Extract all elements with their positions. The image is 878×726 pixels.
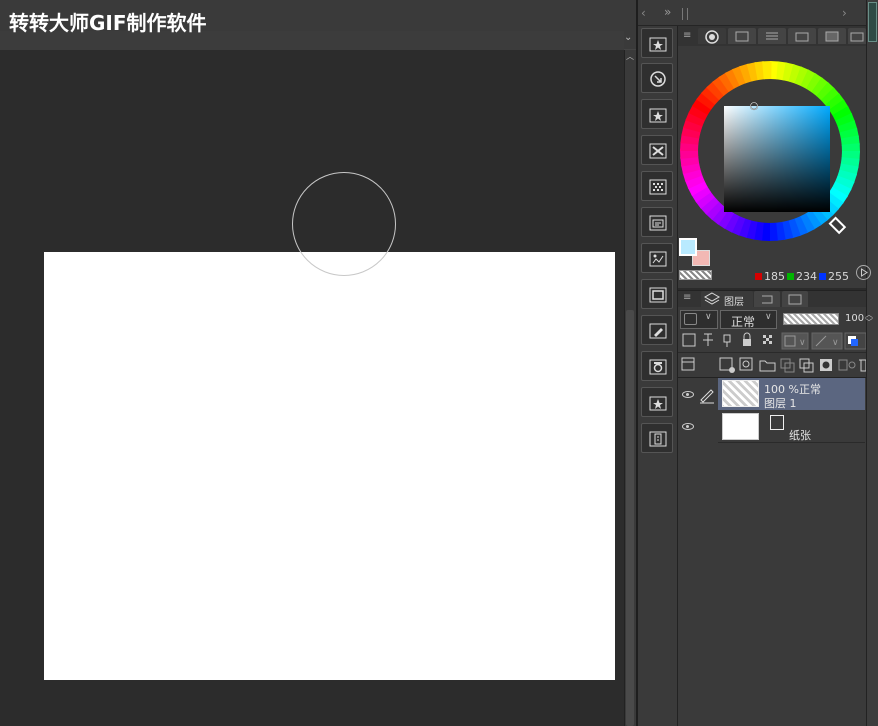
chevron-down-icon: ∨ — [705, 312, 712, 322]
blue-value: 255 — [828, 270, 849, 283]
svg-text:∨: ∨ — [799, 338, 806, 348]
tab-color-history[interactable] — [848, 28, 866, 44]
layer-thumbnail — [722, 380, 759, 407]
right-edge-strip — [866, 0, 878, 726]
main-color-swatch[interactable] — [679, 238, 697, 256]
layer-name: 纸张 — [789, 429, 811, 442]
opacity-spinner-icon[interactable]: ︿ ﹀ — [865, 311, 873, 327]
tab-approximate-color[interactable] — [818, 28, 846, 44]
layer-color-swatch — [684, 313, 697, 325]
red-indicator — [755, 273, 762, 280]
pencil-icon[interactable] — [698, 378, 718, 410]
opacity-slider[interactable] — [783, 313, 839, 325]
color-wheel[interactable] — [679, 60, 861, 245]
grip-handle-icon[interactable] — [682, 8, 688, 20]
paper-icon — [770, 415, 784, 430]
tab-history[interactable] — [754, 291, 780, 307]
layer-name: 图层 1 — [764, 397, 797, 410]
chevron-left-icon[interactable]: ‹ — [641, 6, 646, 20]
green-value: 234 — [796, 270, 817, 283]
green-indicator — [787, 273, 794, 280]
tab-color-slider[interactable] — [728, 28, 756, 44]
image-material-icon[interactable] — [641, 243, 673, 273]
tab-color-wheel[interactable] — [698, 28, 726, 44]
chevron-right-icon[interactable]: › — [842, 6, 847, 20]
transparent-color-swatch[interactable] — [679, 270, 712, 280]
eye-icon — [682, 391, 694, 398]
scroll-up-arrow-icon[interactable]: ︿ — [624, 52, 636, 62]
double-chevron-right-icon[interactable]: » — [664, 5, 671, 19]
tab-color-set[interactable] — [758, 28, 786, 44]
chevron-down-icon[interactable]: ⌄ — [624, 32, 636, 44]
blend-mode-label: 正常 — [731, 315, 756, 329]
layer-lock-toolbar: ∨ ∨ — [678, 330, 867, 352]
canvas-frame-icon[interactable] — [641, 279, 673, 309]
navigator-icon[interactable] — [641, 63, 673, 93]
star-material-icon[interactable] — [641, 387, 673, 417]
material-folder-icon[interactable] — [641, 99, 673, 129]
layer-action-toolbar — [678, 352, 867, 377]
edge-indicator[interactable] — [868, 2, 877, 42]
tab-intermediate-color[interactable] — [788, 28, 816, 44]
timeline-icon[interactable] — [641, 423, 673, 453]
play-icon[interactable] — [856, 265, 871, 280]
drawing-paper[interactable] — [44, 252, 615, 680]
watermark-text: 转转大师GIF制作软件 — [9, 11, 207, 35]
menu-icon[interactable]: ≡ — [683, 292, 691, 303]
svg-text:∨: ∨ — [832, 338, 839, 348]
layer-thumbnail — [722, 413, 759, 440]
red-value: 185 — [764, 270, 785, 283]
blue-indicator — [819, 273, 826, 280]
scrollbar-thumb[interactable] — [626, 310, 634, 726]
brush-cursor — [292, 172, 396, 276]
tone-icon[interactable] — [641, 171, 673, 201]
menu-icon[interactable]: ≡ — [683, 30, 691, 41]
chevron-down-icon: ∨ — [765, 312, 772, 322]
edit-layer-icon[interactable] — [641, 315, 673, 345]
layer-tab-label: 图层 — [724, 297, 744, 308]
layer-property-icon[interactable] — [641, 207, 673, 237]
opacity-value: 100 — [845, 313, 865, 324]
eye-icon — [682, 423, 694, 430]
favorite-material-icon[interactable] — [641, 28, 673, 58]
camera-material-icon[interactable] — [641, 351, 673, 381]
sub-tool-icon[interactable] — [641, 135, 673, 165]
tab-layer-search[interactable] — [782, 291, 808, 307]
